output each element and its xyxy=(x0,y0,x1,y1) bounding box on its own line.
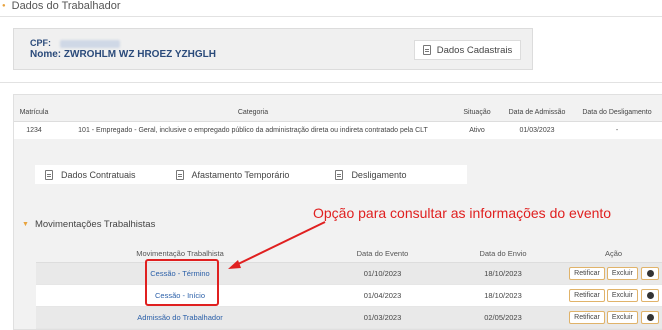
annotation-arrow-icon xyxy=(228,221,326,269)
annotation-text: Opção para consultar as informações do e… xyxy=(313,205,612,221)
